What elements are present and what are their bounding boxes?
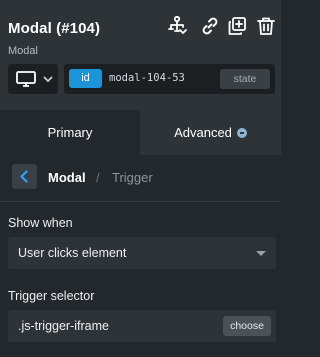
panel-tabs: Primary Advanced xyxy=(0,110,281,155)
breadcrumb-separator: / xyxy=(96,170,100,185)
duplicate-icon[interactable] xyxy=(226,15,248,37)
id-badge[interactable]: id xyxy=(69,69,102,88)
trash-icon[interactable] xyxy=(255,15,277,37)
show-when-select[interactable]: User clicks element xyxy=(8,237,276,269)
state-button[interactable]: state xyxy=(220,69,270,89)
divider xyxy=(0,201,281,202)
chevron-left-icon xyxy=(20,170,28,183)
caret-down-icon xyxy=(256,251,266,256)
show-when-label: Show when xyxy=(8,216,73,230)
structure-icon[interactable] xyxy=(166,15,188,37)
device-select-button[interactable] xyxy=(8,64,58,94)
panel-header: Modal (#104) Modal id modal-104-53 state xyxy=(0,0,281,110)
back-button[interactable] xyxy=(12,164,37,189)
trigger-selector-field: choose xyxy=(8,310,276,342)
trigger-selector-label: Trigger selector xyxy=(8,289,95,303)
element-title: Modal (#104) xyxy=(8,20,101,37)
breadcrumb-current[interactable]: Modal xyxy=(48,170,86,185)
link-icon[interactable] xyxy=(199,15,221,37)
element-type-label: Modal xyxy=(8,45,38,57)
choose-button[interactable]: choose xyxy=(223,316,271,336)
tab-advanced[interactable]: Advanced xyxy=(140,110,281,155)
tab-advanced-label: Advanced xyxy=(174,125,232,140)
breadcrumb-last: Trigger xyxy=(112,170,153,185)
chevron-down-icon xyxy=(43,76,53,83)
trigger-selector-input[interactable] xyxy=(8,310,213,342)
minus-circle-icon xyxy=(236,127,247,138)
css-id-value[interactable]: modal-104-53 xyxy=(109,72,185,84)
tab-primary-label: Primary xyxy=(47,125,93,140)
monitor-icon xyxy=(16,71,36,87)
breadcrumb: Modal / Trigger xyxy=(0,163,281,191)
show-when-value: User clicks element xyxy=(18,246,127,260)
css-id-field: id modal-104-53 state xyxy=(64,64,275,94)
tab-primary[interactable]: Primary xyxy=(0,110,140,155)
